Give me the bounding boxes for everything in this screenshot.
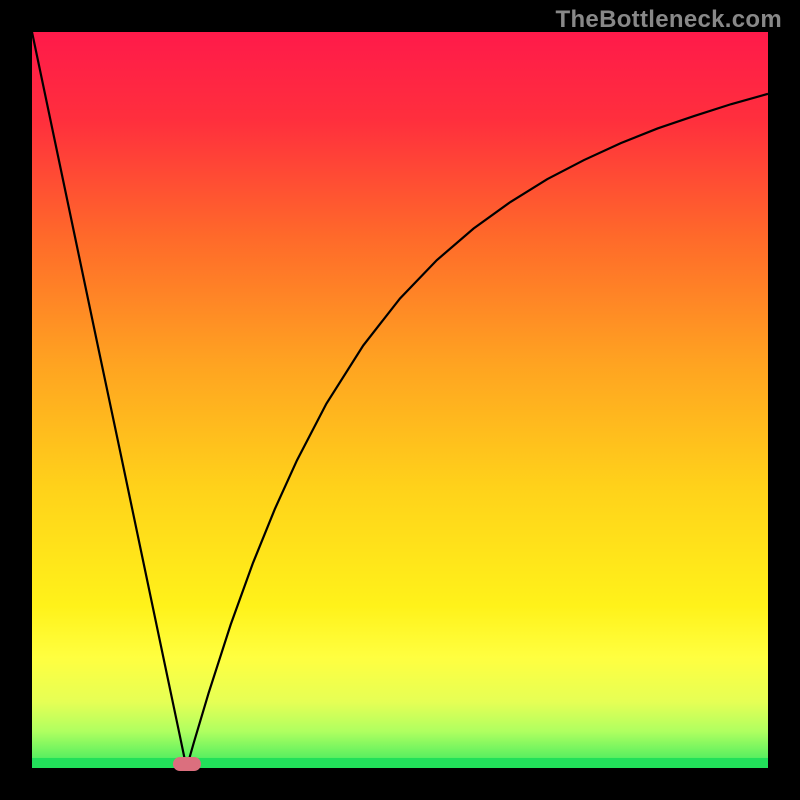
curve-layer <box>32 32 768 768</box>
plot-area <box>32 32 768 768</box>
bottleneck-curve <box>32 32 768 768</box>
chart-container: TheBottleneck.com <box>0 0 800 800</box>
watermark-text: TheBottleneck.com <box>556 6 782 34</box>
selected-point-marker <box>173 757 201 771</box>
